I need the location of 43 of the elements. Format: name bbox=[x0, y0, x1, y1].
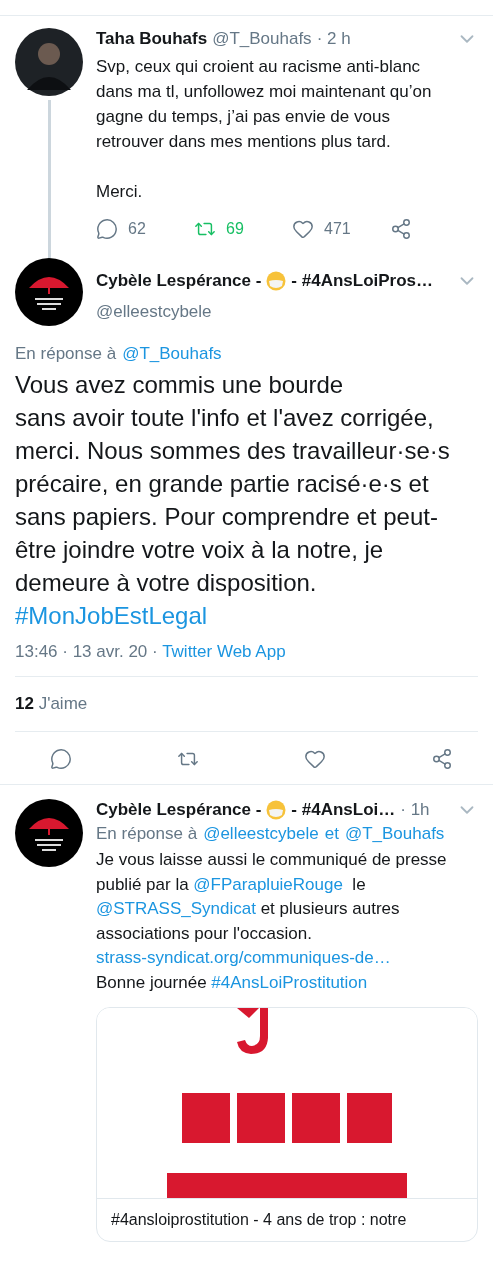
tweet-link[interactable]: @FParapluieRouge bbox=[193, 874, 343, 894]
share-icon[interactable] bbox=[431, 748, 453, 770]
share-icon[interactable] bbox=[390, 218, 412, 240]
reply-icon[interactable] bbox=[50, 748, 72, 770]
mask-emoji-icon bbox=[266, 271, 287, 291]
source-link[interactable]: Twitter Web App bbox=[162, 642, 286, 661]
author-name[interactable]: Cybèle Lespérance - bbox=[96, 800, 262, 820]
tweet-link[interactable]: #4AnsLoiProstitution bbox=[211, 972, 368, 992]
mention-link[interactable]: @elleestcybele bbox=[203, 824, 319, 844]
author-handle[interactable]: @T_Bouhafs bbox=[212, 29, 312, 49]
tweet-timestamp: 13:46 · 13 avr. 20 · bbox=[15, 642, 158, 661]
tweet-text: Je vous laisse aussi le communiqué de presse publié par la @FParapluieRouge le @STRASS_Syndicat et plusieurs autres associations pour l'occasion. strass-syndicat.org/communiques-de… Bonne journée #4AnsLoiProstitution bbox=[96, 849, 448, 994]
like-count: 471 bbox=[324, 220, 351, 238]
avatar[interactable] bbox=[15, 28, 83, 96]
reply-label: En réponse à bbox=[96, 824, 198, 844]
likes-label: J'aime bbox=[38, 694, 88, 713]
card-title: #4ansloiprostitution - 4 ans de trop : notre bbox=[97, 1198, 477, 1241]
avatar[interactable] bbox=[15, 258, 83, 326]
tweet-text: Vous avez commis une bourde sans avoir toute l'info et l'avez corrigée, merci. Nous sommes des travailleur·se·s précaire, en grande partie racisé·e·s et sans papiers. Pour comprendre et peut-être joindre votre voix à la notre, je demeure à votre disposition. #MonJobEstLegal bbox=[15, 370, 451, 631]
tweet-link[interactable]: #MonJobEstLegal bbox=[15, 602, 208, 629]
mention-link[interactable]: @T_Bouhafs bbox=[344, 824, 445, 844]
conjunction-text[interactable]: et bbox=[324, 824, 339, 844]
link-card[interactable]: #4ansloiprostitution - 4 ans de trop : notre bbox=[96, 1007, 478, 1242]
tweet-link[interactable]: @STRASS_Syndicat bbox=[96, 899, 256, 918]
author-name[interactable]: Taha Bouhafs bbox=[96, 29, 208, 49]
author-name[interactable]: Cybèle Lespérance - bbox=[96, 271, 262, 291]
heart-icon[interactable] bbox=[292, 218, 314, 240]
like-total: 12 bbox=[15, 694, 34, 713]
reply-label: En réponse à bbox=[15, 344, 117, 364]
author-handle[interactable]: @elleestcybele bbox=[96, 302, 212, 321]
tweet-time: · 1h bbox=[400, 800, 430, 820]
mask-emoji-icon bbox=[266, 800, 287, 820]
avatar[interactable] bbox=[15, 799, 83, 867]
tweet-time: · 2 h bbox=[316, 29, 351, 49]
mention-link[interactable]: @T_Bouhafs bbox=[122, 344, 222, 364]
heart-icon[interactable] bbox=[304, 748, 326, 770]
reply-icon[interactable] bbox=[96, 218, 118, 240]
author-name[interactable]: - #4AnsLoi… bbox=[291, 800, 396, 820]
reply-count: 62 bbox=[128, 220, 146, 238]
author-name[interactable]: - #4AnsLoiPros… bbox=[291, 271, 434, 291]
tweet-text: Svp, ceux qui croient au racisme anti-blanc dans ma tl, unfollowez moi maintenant qu’on gagne du temps, j’ai pas envie de vous retrouver dans mes mentions plus tard. Merci. bbox=[96, 56, 433, 203]
tweet-link[interactable]: strass-syndicat.org/communiques-de… bbox=[96, 948, 391, 967]
retweet-count: 69 bbox=[226, 220, 244, 238]
